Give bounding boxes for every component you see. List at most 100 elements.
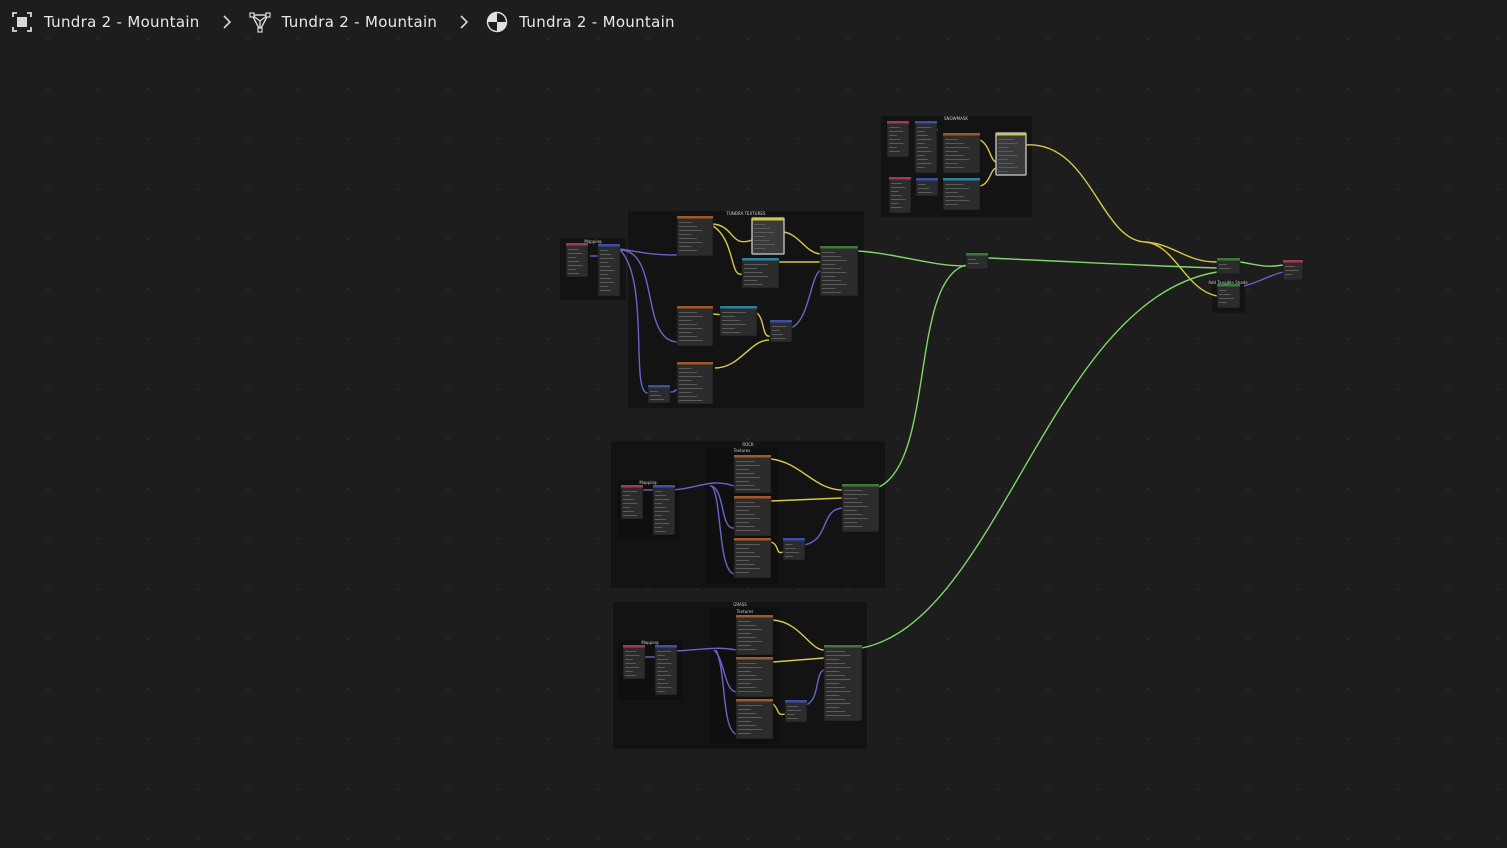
shader-node[interactable] (914, 120, 938, 174)
node-row (1219, 290, 1228, 291)
node-body[interactable] (841, 483, 880, 533)
node-row (679, 328, 703, 329)
node-row (600, 254, 611, 255)
shader-node[interactable] (733, 454, 772, 494)
shader-node[interactable] (915, 177, 939, 197)
shader-node[interactable] (733, 495, 772, 537)
node-row (657, 663, 672, 664)
node-row (772, 330, 780, 331)
node-header (648, 385, 670, 388)
node-header (943, 178, 980, 181)
node-row (650, 391, 658, 392)
shader-node[interactable] (733, 537, 772, 579)
node-row (722, 316, 735, 317)
shader-node[interactable] (782, 537, 806, 561)
node-row (679, 222, 692, 223)
shader-node[interactable] (942, 177, 981, 211)
node-row (787, 706, 798, 707)
node-row (736, 477, 761, 478)
shader-node[interactable] (565, 242, 589, 278)
node-row (844, 490, 863, 491)
node-body[interactable] (1216, 283, 1241, 309)
shader-node[interactable] (995, 132, 1027, 176)
node-row (891, 187, 906, 188)
node-row (679, 400, 703, 401)
node-row (736, 522, 749, 523)
node-row (736, 564, 755, 565)
node-row (600, 286, 608, 287)
node-header (734, 496, 771, 499)
node-row (826, 695, 840, 696)
node-row (679, 336, 697, 337)
shader-node[interactable] (823, 644, 863, 722)
shader-node[interactable] (751, 217, 785, 255)
frame-grass-textures-title: Textures (736, 609, 754, 614)
shader-node[interactable] (888, 176, 912, 214)
shader-node[interactable] (886, 120, 910, 158)
node-row (968, 259, 976, 260)
shader-node[interactable] (597, 243, 621, 297)
shader-node[interactable] (735, 698, 774, 740)
shader-node[interactable] (676, 305, 714, 347)
node-row (1285, 266, 1295, 267)
node-row (822, 280, 841, 281)
node-row (826, 663, 845, 664)
shader-node[interactable] (676, 215, 714, 257)
node-row (679, 226, 697, 227)
node-row (568, 253, 583, 254)
node-row (917, 163, 932, 164)
node-body[interactable] (915, 177, 939, 197)
node-header (677, 306, 713, 309)
shader-node[interactable] (620, 484, 644, 520)
node-row (772, 338, 787, 339)
frame-grass-title: GRASS (733, 602, 747, 607)
shader-node[interactable] (1282, 259, 1304, 281)
node-row (917, 127, 932, 128)
shader-node[interactable] (654, 644, 678, 696)
shader-node[interactable] (719, 305, 758, 337)
shader-node[interactable] (769, 319, 793, 343)
node-body[interactable] (620, 484, 644, 520)
node-header (1283, 260, 1303, 263)
node-row (826, 699, 845, 700)
node-row (736, 552, 755, 553)
node-header (889, 177, 911, 180)
node-body[interactable] (622, 644, 646, 680)
node-row (736, 556, 761, 557)
node-row (657, 671, 668, 672)
node-row (826, 687, 845, 688)
shader-node[interactable] (1216, 283, 1241, 309)
node-row (822, 268, 841, 269)
shader-node[interactable] (676, 361, 714, 405)
shader-node[interactable] (841, 483, 880, 533)
shader-node[interactable] (942, 132, 981, 174)
node-body[interactable] (942, 177, 981, 211)
node-row (722, 324, 747, 325)
node-header (785, 700, 807, 703)
shader-node[interactable] (741, 257, 780, 289)
node-row (736, 568, 761, 569)
node-editor-canvas[interactable]: SNOWMASK TUNDRA TEXTURES Mapping ROCK Te… (0, 0, 1507, 848)
shader-node[interactable] (735, 614, 774, 656)
node-row (945, 204, 958, 205)
node-body[interactable] (647, 384, 671, 404)
node-body[interactable] (565, 242, 589, 278)
shader-node[interactable] (735, 656, 774, 698)
shader-node[interactable] (784, 699, 808, 723)
node-row (998, 167, 1018, 168)
node-row (738, 691, 763, 692)
node-row (655, 507, 666, 508)
shader-node[interactable] (965, 252, 989, 270)
node-row (772, 326, 787, 327)
shader-node[interactable] (1216, 257, 1241, 275)
node-row (945, 155, 964, 156)
node-row (657, 687, 672, 688)
shader-node[interactable] (647, 384, 671, 404)
shader-node[interactable] (652, 484, 676, 536)
node-row (722, 320, 741, 321)
shader-node[interactable] (819, 245, 859, 297)
node-header (623, 645, 645, 648)
node-row (754, 228, 770, 229)
node-row (679, 234, 692, 235)
shader-node[interactable] (622, 644, 646, 680)
